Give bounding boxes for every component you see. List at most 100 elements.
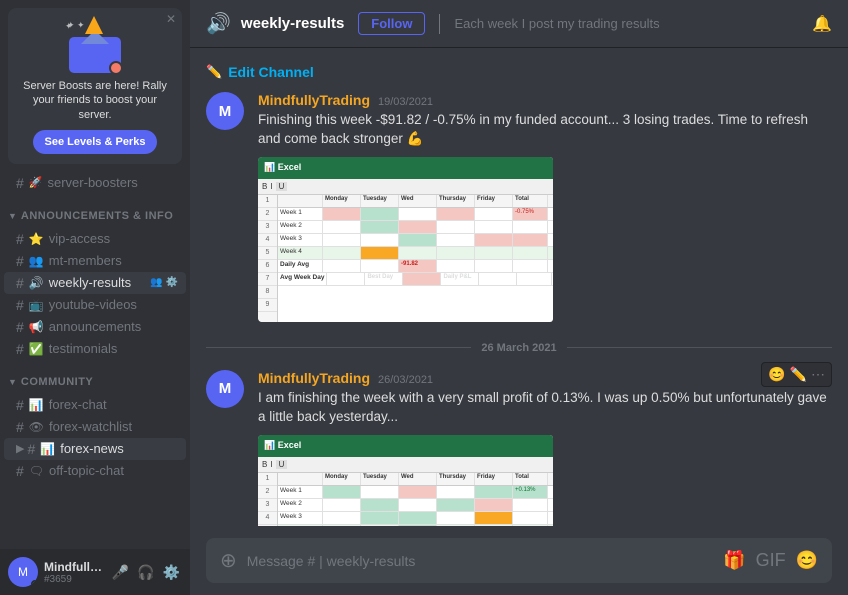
message-input-area: ⊕ 🎁 GIF 😊 bbox=[190, 526, 848, 595]
boost-banner: ✕ ✦ ✦ ✦ Server Boosts are here! Rally yo… bbox=[8, 8, 182, 164]
header-icons: 🔔 bbox=[812, 14, 832, 34]
hash-icon: # bbox=[16, 419, 24, 435]
headphones-button[interactable]: 🎧 bbox=[135, 562, 156, 583]
add-attachment-button[interactable]: ⊕ bbox=[220, 548, 237, 573]
edit-channel-link[interactable]: Edit Channel bbox=[228, 64, 314, 80]
sidebar-item-label: weekly-results bbox=[49, 275, 131, 290]
category-announcements[interactable]: ▼ ANNOUNCEMENTS & INFO + bbox=[0, 194, 190, 228]
avatar: M bbox=[206, 370, 244, 408]
settings-badge-icon: ⚙️ bbox=[166, 277, 178, 288]
sidebar-item-label: youtube-videos bbox=[49, 297, 137, 312]
message-header: MindfullyTrading 26/03/2021 bbox=[258, 370, 832, 386]
sidebar-item-label: server-boosters bbox=[48, 175, 138, 190]
hash-icon: # bbox=[16, 319, 24, 335]
input-actions: 🎁 GIF 😊 bbox=[723, 550, 818, 571]
avatar: M bbox=[206, 92, 244, 130]
settings-button[interactable]: ⚙️ bbox=[161, 562, 182, 583]
hash-icon: # bbox=[16, 463, 24, 479]
messages-area: ✏️ Edit Channel M MindfullyTrading 19/03… bbox=[190, 48, 848, 526]
message-attachment: 📊 Excel B I U 1 2 3 bbox=[258, 435, 558, 526]
members-badge-icon: 👥 bbox=[150, 277, 162, 288]
channel-list: # 🚀 server-boosters ▼ ANNOUNCEMENTS & IN… bbox=[0, 172, 190, 549]
hash-icon: # bbox=[27, 441, 35, 457]
category-arrow-icon: ▼ bbox=[8, 377, 17, 387]
message-timestamp: 19/03/2021 bbox=[378, 96, 433, 108]
arrow-icon: ▶ bbox=[16, 442, 24, 455]
hash-icon: # bbox=[16, 253, 24, 269]
header-divider bbox=[439, 14, 440, 34]
category-community[interactable]: ▼ COMMUNITY + bbox=[0, 360, 190, 394]
date-divider: 26 March 2021 bbox=[206, 342, 832, 354]
sidebar-item-youtube-videos[interactable]: # 📺 youtube-videos bbox=[4, 294, 186, 316]
message-timestamp: 26/03/2021 bbox=[378, 374, 433, 386]
divider-line bbox=[206, 347, 471, 348]
sidebar-item-server-boosters[interactable]: # 🚀 server-boosters bbox=[4, 172, 186, 194]
react-button[interactable]: 😊 bbox=[768, 366, 785, 383]
speaker-icon: 🔊 bbox=[29, 276, 44, 290]
follow-button[interactable]: Follow bbox=[358, 12, 425, 35]
gif-icon[interactable]: GIF bbox=[756, 550, 786, 571]
category-arrow-icon: ▼ bbox=[8, 211, 17, 221]
channel-badges: 👥 ⚙️ bbox=[150, 277, 178, 288]
hash-icon: # bbox=[16, 397, 24, 413]
emoji-icon[interactable]: 😊 bbox=[796, 550, 818, 571]
message-input-wrapper: ⊕ 🎁 GIF 😊 bbox=[206, 538, 832, 583]
sidebar-item-testimonials[interactable]: # ✅ testimonials bbox=[4, 338, 186, 360]
hash-icon: # bbox=[16, 231, 24, 247]
checkmark-icon: ✅ bbox=[29, 342, 44, 356]
hash-icon: # bbox=[16, 341, 24, 357]
microphone-button[interactable]: 🎤 bbox=[110, 562, 131, 583]
megaphone-icon: 📢 bbox=[29, 320, 44, 334]
user-actions: 🎤 🎧 ⚙️ bbox=[110, 562, 182, 583]
sidebar-item-forex-chat[interactable]: # 📊 forex-chat bbox=[4, 394, 186, 416]
hash-icon: # bbox=[16, 175, 24, 191]
avatar: M bbox=[8, 557, 38, 587]
bell-icon[interactable]: 🔔 bbox=[812, 14, 832, 34]
sidebar-item-forex-watchlist[interactable]: # 👁 forex-watchlist bbox=[4, 416, 186, 438]
chat-icon: 🗨 bbox=[29, 464, 44, 478]
boost-illustration: ✦ ✦ ✦ bbox=[16, 18, 174, 73]
hash-icon: # bbox=[16, 275, 24, 291]
members-icon: 👥 bbox=[29, 254, 44, 268]
boost-cta-button[interactable]: See Levels & Perks bbox=[33, 130, 158, 154]
edit-message-button[interactable]: ✏️ bbox=[790, 366, 807, 383]
message-action-bar: 😊 ✏️ ⋯ bbox=[761, 362, 832, 387]
sidebar-item-mt-members[interactable]: # 👥 mt-members bbox=[4, 250, 186, 272]
channel-header-name: weekly-results bbox=[241, 15, 344, 32]
sidebar-item-label: off-topic-chat bbox=[49, 463, 124, 478]
sidebar-item-label: announcements bbox=[49, 319, 142, 334]
message-text: I am finishing the week with a very smal… bbox=[258, 389, 832, 427]
username: MindfullyTr... bbox=[44, 560, 104, 574]
sidebar-item-forex-news[interactable]: ▶ # 📊 forex-news bbox=[4, 438, 186, 460]
sidebar: ✕ ✦ ✦ ✦ Server Boosts are here! Rally yo… bbox=[0, 0, 190, 595]
divider-line bbox=[567, 347, 832, 348]
more-options-button[interactable]: ⋯ bbox=[811, 366, 825, 383]
boost-description: Server Boosts are here! Rally your frien… bbox=[16, 79, 174, 122]
message-author[interactable]: MindfullyTrading bbox=[258, 370, 370, 386]
sidebar-item-label: testimonials bbox=[49, 341, 118, 356]
boost-close-button[interactable]: ✕ bbox=[166, 12, 176, 26]
sidebar-item-announcements[interactable]: # 📢 announcements bbox=[4, 316, 186, 338]
gift-icon[interactable]: 🎁 bbox=[723, 550, 745, 571]
sidebar-item-vip-access[interactable]: # ⭐ vip-access bbox=[4, 228, 186, 250]
message-author[interactable]: MindfullyTrading bbox=[258, 92, 370, 108]
sidebar-item-weekly-results[interactable]: # 🔊 weekly-results 👥 ⚙️ bbox=[4, 272, 186, 294]
message-input[interactable] bbox=[247, 553, 713, 569]
category-label: COMMUNITY bbox=[21, 376, 174, 388]
rocket-icon: 🚀 bbox=[29, 176, 43, 189]
user-discriminator: #3659 bbox=[44, 574, 104, 585]
message-group: M MindfullyTrading 19/03/2021 Finishing … bbox=[206, 92, 832, 322]
message-content: MindfullyTrading 19/03/2021 Finishing th… bbox=[258, 92, 832, 322]
sidebar-item-label: vip-access bbox=[49, 231, 110, 246]
eye-icon: 👁 bbox=[29, 420, 44, 434]
divider-date: 26 March 2021 bbox=[481, 342, 556, 354]
chart-icon: 📊 bbox=[29, 398, 44, 412]
sidebar-item-label: forex-chat bbox=[49, 397, 107, 412]
message-content: MindfullyTrading 26/03/2021 I am finishi… bbox=[258, 370, 832, 526]
sidebar-item-label: forex-watchlist bbox=[49, 419, 132, 434]
channel-header: 🔊 weekly-results Follow Each week I post… bbox=[190, 0, 848, 48]
pencil-icon: ✏️ bbox=[206, 64, 222, 80]
sidebar-item-off-topic-chat[interactable]: # 🗨 off-topic-chat bbox=[4, 460, 186, 482]
edit-channel-bar: ✏️ Edit Channel bbox=[206, 64, 832, 92]
channel-description: Each week I post my trading results bbox=[454, 16, 802, 31]
